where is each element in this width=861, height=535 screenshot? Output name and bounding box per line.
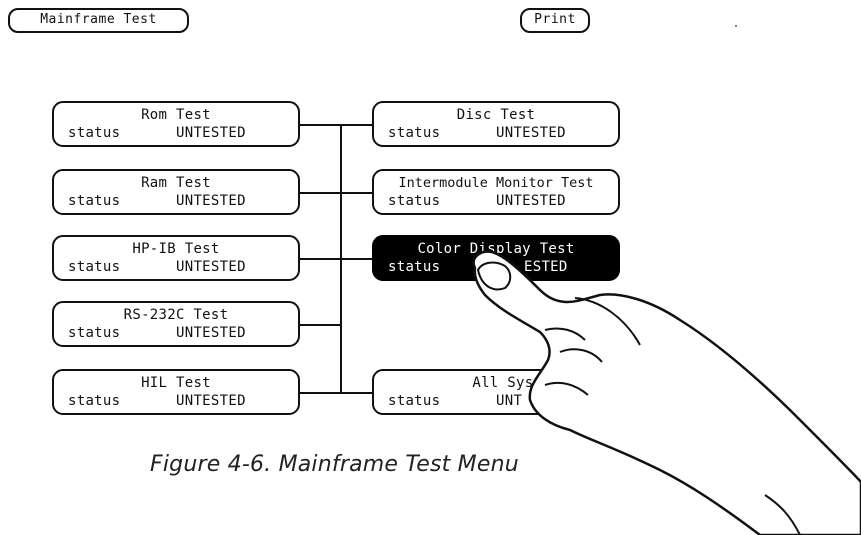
figure-caption: Figure 4-6. Mainframe Test Menu — [150, 452, 519, 477]
